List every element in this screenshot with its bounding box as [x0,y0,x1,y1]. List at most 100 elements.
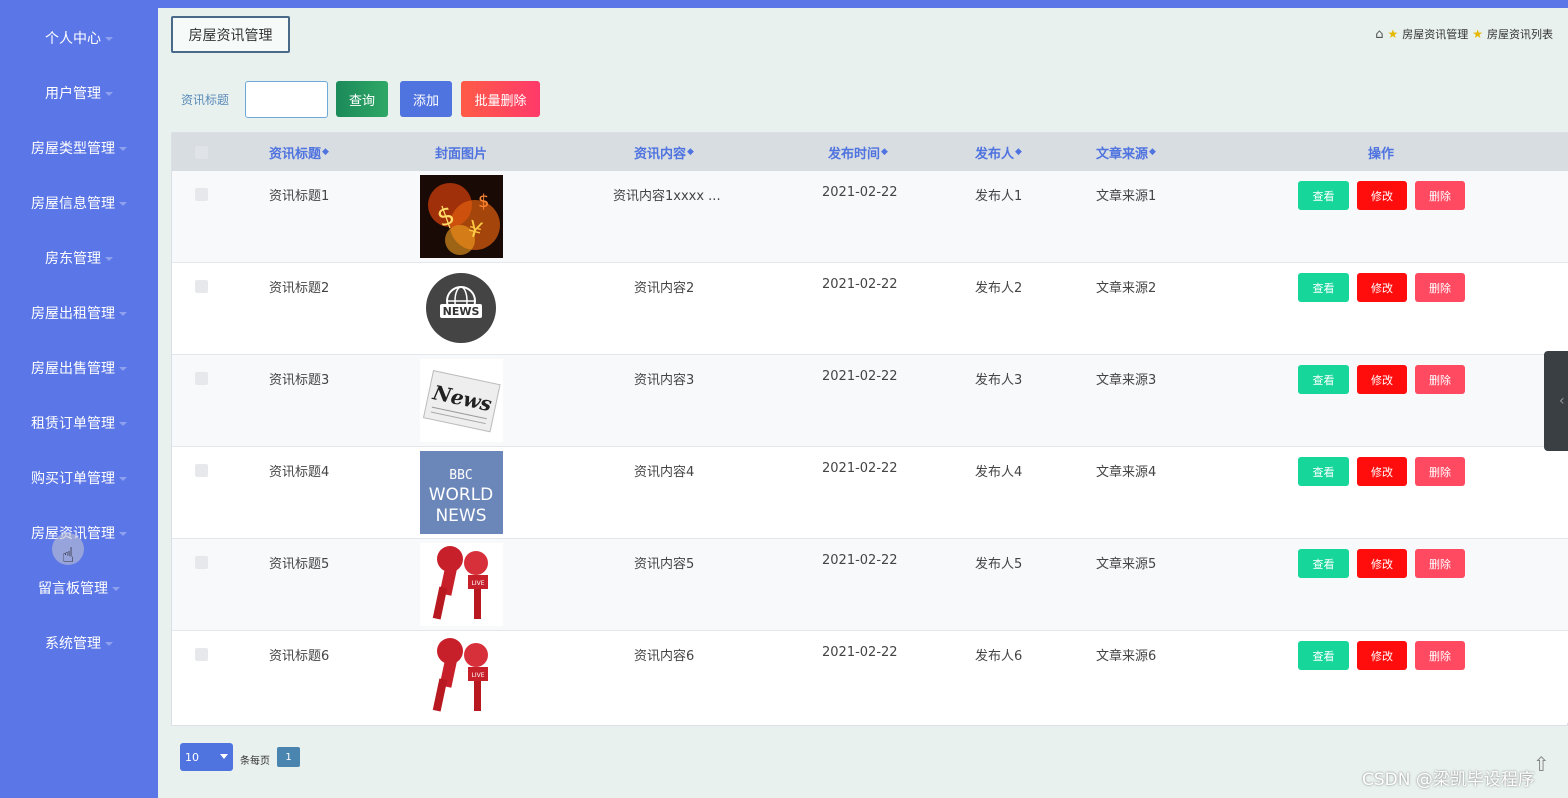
row-source: 文章来源6 [1096,649,1157,664]
edit-button[interactable]: 修改 [1357,549,1407,578]
cover-image: BBC WORLD NEWS [420,451,503,534]
chevron-down-icon [220,754,228,759]
edit-button[interactable]: 修改 [1357,457,1407,486]
edit-button[interactable]: 修改 [1357,273,1407,302]
row-checkbox[interactable] [195,556,208,569]
column-author[interactable]: 发布人 ◆ [975,133,1022,171]
caret-down-icon [119,531,127,536]
cover-image: News [420,359,503,442]
table-row: 资讯标题4 BBC WORLD NEWS 资讯内容4 2021-02-22 发布… [172,447,1568,539]
caret-down-icon [105,641,113,646]
row-content: 资讯内容3 [634,373,695,388]
batch-delete-button[interactable]: 批量删除 [461,81,540,117]
sidebar-item-house-sale[interactable]: 房屋出售管理 [0,340,158,395]
table-row: 资讯标题3 News 资讯内容3 2021-02-22 发布人3 文章来源3 查… [172,355,1568,447]
view-button[interactable]: 查看 [1298,365,1349,394]
newspaper-image: News [420,359,503,442]
caret-down-icon [119,311,127,316]
edit-button[interactable]: 修改 [1357,181,1407,210]
sidebar-item-label: 房屋出租管理 [31,305,115,322]
caret-down-icon [119,201,127,206]
search-title-input[interactable] [245,81,328,118]
row-checkbox[interactable] [195,280,208,293]
row-content: 资讯内容6 [634,649,695,664]
svg-text:WORLD: WORLD [429,485,494,505]
column-source[interactable]: 文章来源 ◆ [1096,133,1156,171]
sidebar-item-rental-order[interactable]: 租赁订单管理 [0,395,158,450]
view-button[interactable]: 查看 [1298,457,1349,486]
sidebar-item-user-management[interactable]: 用户管理 [0,65,158,120]
delete-button[interactable]: 删除 [1415,641,1465,670]
sidebar: 个人中心 用户管理 房屋类型管理 房屋信息管理 房东管理 房屋出租管理 房屋出售… [0,0,158,798]
edit-button[interactable]: 修改 [1357,641,1407,670]
table-row: 资讯标题2 NEWS 资讯内容2 2021-02-22 发布人2 文章来源2 查… [172,263,1568,355]
sidebar-item-house-rental[interactable]: 房屋出租管理 [0,285,158,340]
main-content: 房屋资讯管理 ⌂ ★ 房屋资讯管理 ★ 房屋资讯列表 资讯标题 查询 添加 批量… [158,8,1568,798]
cover-image: NEWS [420,267,503,350]
view-button[interactable]: 查看 [1298,641,1349,670]
select-all-checkbox[interactable] [195,146,208,159]
sidebar-item-landlord[interactable]: 房东管理 [0,230,158,285]
delete-button[interactable]: 删除 [1415,365,1465,394]
sort-icon: ◆ [881,147,888,157]
row-date: 2021-02-22 [822,645,898,660]
view-button[interactable]: 查看 [1298,273,1349,302]
row-date: 2021-02-22 [822,461,898,476]
column-publish-time[interactable]: 发布时间 ◆ [828,133,888,171]
row-title: 资讯标题4 [269,465,330,480]
sidebar-item-message-board[interactable]: 留言板管理 [0,560,158,615]
row-title: 资讯标题2 [269,281,330,296]
svg-text:LIVE: LIVE [471,580,484,587]
sidebar-item-house-info[interactable]: 房屋信息管理 [0,175,158,230]
edit-button[interactable]: 修改 [1357,365,1407,394]
caret-down-icon [119,476,127,481]
cover-image: LIVE [420,635,503,718]
column-content[interactable]: 资讯内容 ◆ [634,133,694,171]
caret-down-icon [119,421,127,426]
delete-button[interactable]: 删除 [1415,457,1465,486]
sidebar-item-personal-center[interactable]: 个人中心 [0,10,158,65]
row-checkbox[interactable] [195,648,208,661]
sidebar-item-label: 租赁订单管理 [31,415,115,432]
caret-down-icon [119,146,127,151]
row-source: 文章来源1 [1096,189,1157,204]
sidebar-item-purchase-order[interactable]: 购买订单管理 [0,450,158,505]
sidebar-item-label: 房屋类型管理 [31,140,115,157]
breadcrumb: ⌂ ★ 房屋资讯管理 ★ 房屋资讯列表 [1375,26,1553,42]
row-author: 发布人2 [975,281,1023,296]
query-button[interactable]: 查询 [336,81,388,117]
row-checkbox[interactable] [195,464,208,477]
delete-button[interactable]: 删除 [1415,181,1465,210]
sidebar-item-label: 留言板管理 [38,580,108,597]
sidebar-item-house-type[interactable]: 房屋类型管理 [0,120,158,175]
home-icon[interactable]: ⌂ [1375,27,1383,42]
delete-button[interactable]: 删除 [1415,273,1465,302]
table-row: 资讯标题1 $ ¥ $ 资讯内容1xxxx ... 2021-02-22 发布人… [172,171,1568,263]
row-author: 发布人1 [975,189,1023,204]
row-author: 发布人3 [975,373,1023,388]
row-author: 发布人5 [975,557,1023,572]
column-title[interactable]: 资讯标题 ◆ [269,133,329,171]
view-button[interactable]: 查看 [1298,181,1349,210]
star-icon: ★ [1387,27,1399,41]
row-checkbox[interactable] [195,372,208,385]
side-panel-toggle[interactable]: ‹ [1544,351,1568,451]
live-microphone-image: LIVE [420,543,503,626]
breadcrumb-item[interactable]: 房屋资讯管理 [1402,26,1468,42]
row-checkbox[interactable] [195,188,208,201]
live-microphone-image: LIVE [420,635,503,718]
sidebar-item-label: 房屋信息管理 [31,195,115,212]
bbc-world-news-image: BBC WORLD NEWS [420,451,503,534]
row-content: 资讯内容2 [634,281,695,296]
page-tab[interactable]: 房屋资讯管理 [171,16,290,53]
row-title: 资讯标题3 [269,373,330,388]
back-to-top-icon[interactable]: ⇧ [1533,752,1557,776]
delete-button[interactable]: 删除 [1415,549,1465,578]
add-button[interactable]: 添加 [400,81,452,117]
view-button[interactable]: 查看 [1298,549,1349,578]
page-size-select[interactable]: 10 [180,743,233,771]
sidebar-item-system[interactable]: 系统管理 [0,615,158,670]
column-cover-image: 封面图片 [435,146,488,162]
page-number-button[interactable]: 1 [277,747,300,767]
row-author: 发布人4 [975,465,1023,480]
